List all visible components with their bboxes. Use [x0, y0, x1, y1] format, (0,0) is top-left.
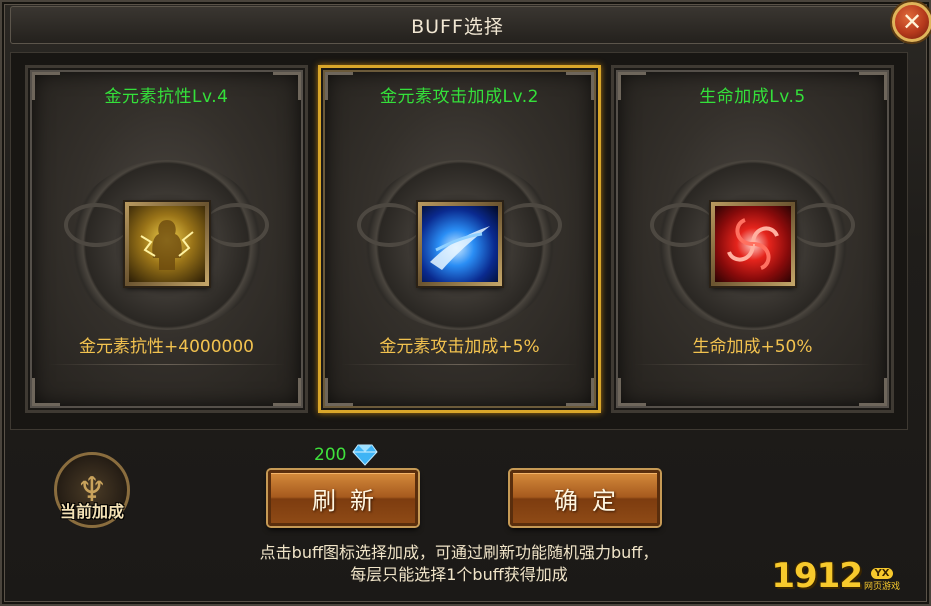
close-icon: ✕ — [901, 8, 923, 36]
buff-icon-frame[interactable] — [710, 202, 795, 286]
buff-icon-frame[interactable] — [124, 202, 209, 286]
bottom-bar: ♆ 当前加成 200 刷新 确定 点击buff图标选择加成，可通过刷新功能随机强… — [10, 432, 908, 600]
divider — [48, 364, 285, 365]
site-watermark-logo: 1912 YX 网页游戏 — [771, 556, 900, 596]
red-vortex-icon — [714, 206, 791, 282]
window-title: BUFF选择 — [411, 15, 504, 38]
buff-card-title: 金元素抗性Lv.4 — [104, 87, 229, 107]
blue-slash-icon — [421, 206, 498, 282]
buff-card-desc: 生命加成+50% — [692, 337, 813, 357]
confirm-button[interactable]: 确定 — [510, 470, 660, 526]
title-bar: BUFF选择 — [10, 6, 905, 44]
divider — [634, 364, 871, 365]
buff-card-3[interactable]: 生命加成Lv.5 生命加成+50% — [611, 65, 894, 413]
close-button[interactable]: ✕ — [892, 2, 931, 42]
diamond-icon — [352, 444, 379, 466]
buff-card-title: 生命加成Lv.5 — [699, 87, 806, 107]
buff-card-1[interactable]: 金元素抗性Lv.4 金元素抗性+4000000 — [25, 65, 308, 413]
divider — [341, 364, 578, 365]
buff-cards-area: 金元素抗性Lv.4 金元素抗性+4000000 金元素攻击加成Lv.2 金元素攻… — [10, 52, 908, 430]
buff-card-desc: 金元素攻击加成+5% — [379, 337, 540, 357]
current-bonus-label: 当前加成 — [59, 502, 124, 521]
buff-card-title: 金元素攻击加成Lv.2 — [380, 87, 539, 107]
refresh-button[interactable]: 刷新 — [268, 470, 418, 526]
buff-icon-frame[interactable] — [417, 202, 502, 286]
gold-element-icon — [128, 206, 205, 282]
watermark-number: 1912 — [771, 556, 863, 596]
refresh-cost: 200 — [314, 444, 379, 466]
watermark-sub: 网页游戏 — [863, 582, 900, 592]
buff-select-window: BUFF选择 ✕ 金元素抗性Lv.4 金元素抗性+4000000 金元素攻击加成… — [0, 0, 931, 606]
cost-value: 200 — [314, 445, 347, 465]
buff-card-2[interactable]: 金元素攻击加成Lv.2 金元素攻击加成+5% — [318, 65, 601, 413]
watermark-badge: YX — [870, 568, 894, 579]
buff-card-desc: 金元素抗性+4000000 — [79, 337, 254, 357]
